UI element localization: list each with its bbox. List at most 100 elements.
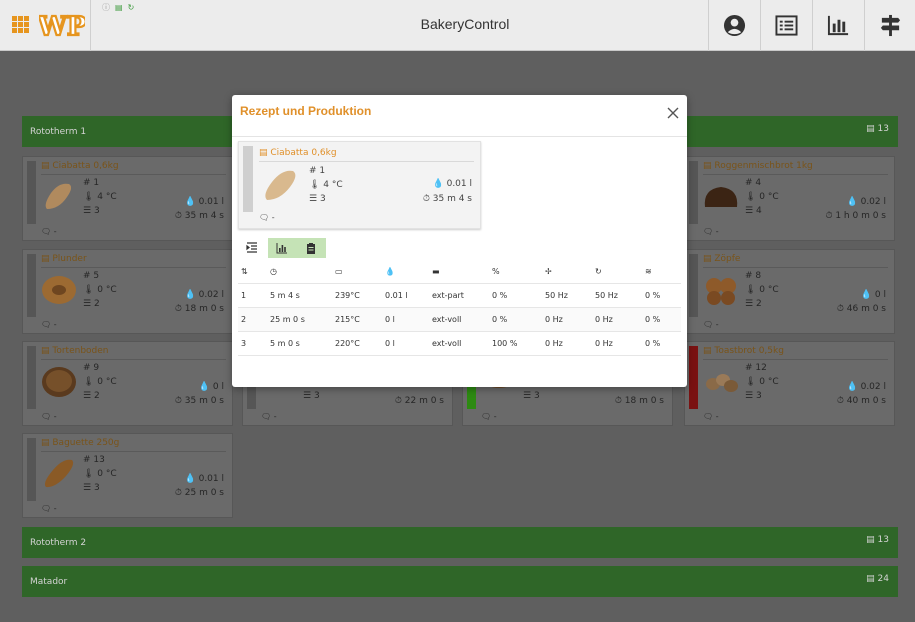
close-icon[interactable] — [665, 105, 681, 121]
recipe-number: # 1 — [309, 166, 326, 176]
status-stripe — [689, 346, 698, 409]
recipe-card[interactable]: ▤ Ciabatta 0,6kg # 1 🌡 4 °C ☰ 3 💧 0.01 l… — [22, 156, 233, 241]
recipe-comment: 🗨 - — [259, 213, 275, 222]
recipe-name: ▤ Baguette 250g — [41, 438, 120, 448]
recipe-duration: ⏱ 35 m 0 s — [174, 396, 224, 406]
status-stripe — [27, 438, 36, 501]
recipe-water: 💧 0.02 l — [184, 290, 224, 300]
recipe-duration: ⏱ 35 m 4 s — [422, 194, 472, 204]
recipe-comment: 🗨 - — [41, 504, 57, 513]
recipe-card[interactable]: ▤ Tortenboden # 9 🌡 0 °C ☰ 2 💧 0 l ⏱ 35 … — [22, 341, 233, 426]
recipe-comment: 🗨 - — [703, 412, 719, 421]
recipe-name: ▤ Zöpfe — [703, 254, 741, 264]
tab-steps[interactable] — [238, 238, 267, 258]
selected-recipe-card: ▤ Ciabatta 0,6kg # 1 🌡 4 °C ☰ 3 💧 0.01 l… — [238, 141, 481, 229]
tab-clipboard[interactable] — [297, 238, 326, 258]
recipe-list-button[interactable] — [760, 0, 811, 51]
recipe-comment: 🗨 - — [703, 227, 719, 236]
recipe-number: # 5 — [83, 271, 100, 281]
recipe-steps: ☰ 2 — [745, 299, 762, 309]
sort-icon[interactable]: ⇅ — [238, 261, 267, 284]
recipe-name: ▤ Toastbrot 0,5kg — [703, 346, 784, 356]
statistics-button[interactable] — [812, 0, 863, 51]
recipe-number: # 1 — [83, 178, 100, 188]
recipe-duration: ⏱ 25 m 0 s — [174, 488, 224, 498]
recipe-water: 💧 0.02 l — [846, 382, 886, 392]
recipe-temperature: 🌡 0 °C — [83, 285, 117, 295]
baguette-image — [44, 459, 74, 488]
status-mini-icons: ⓘ ▤ ↻ — [102, 2, 139, 12]
recipe-comment: 🗨 - — [41, 227, 57, 236]
recipe-number: # 8 — [745, 271, 762, 281]
recipe-temperature: 🌡 4 °C — [83, 192, 117, 202]
recipe-number: # 9 — [83, 363, 100, 373]
oven-group-bar[interactable]: Matador ▤ 24 — [22, 566, 898, 597]
signpost-icon — [880, 14, 901, 37]
clipboard-icon — [307, 243, 315, 254]
duration-col-icon: ◷ — [267, 261, 332, 284]
production-steps-table: ⇅ ◷ ▭ 💧 ▬ % ✢ ↻ ≋ 15 m 4 s 239°C 0.01 l ext… — [238, 261, 681, 356]
recipe-name: ▤ Tortenboden — [41, 346, 109, 356]
recipe-comment: 🗨 - — [41, 412, 57, 421]
recipe-temperature: 🌡 0 °C — [745, 192, 779, 202]
recipe-name: ▤ Roggenmischbrot 1kg — [703, 161, 813, 171]
app-title: BakeryControl — [420, 16, 510, 32]
settings-button[interactable] — [864, 0, 915, 51]
user-icon — [723, 14, 746, 37]
recipe-temperature: 🌡 0 °C — [83, 377, 117, 387]
bar-chart-icon — [827, 15, 849, 36]
recipe-water: 💧 0 l — [860, 290, 886, 300]
recipe-steps: ☰ 3 — [83, 206, 100, 216]
table-row[interactable]: 35 m 0 s 220°C 0 l ext-voll 100 % 0 Hz 0 Hz 0 % — [238, 331, 681, 356]
oven-group-bar[interactable]: Rototherm 2 ▤ 13 — [22, 527, 898, 558]
table-header: ⇅ ◷ ▭ 💧 ▬ % ✢ ↻ ≋ — [238, 261, 681, 284]
recipe-water: 💧 0.01 l — [432, 179, 472, 189]
recipe-name: ▤ Plunder — [41, 254, 87, 264]
status-stripe — [27, 346, 36, 409]
fan-col-icon: ✢ — [542, 261, 592, 284]
recipe-card[interactable]: ▤ Zöpfe # 8 🌡 0 °C ☰ 2 💧 0 l ⏱ 46 m 0 s … — [684, 249, 895, 334]
info-icon: ⓘ — [102, 3, 110, 12]
recipe-comment: 🗨 - — [703, 320, 719, 329]
logo-text: WP — [39, 12, 85, 41]
recipe-comment: 🗨 - — [261, 412, 277, 421]
recipe-number: # 12 — [745, 363, 767, 373]
recipe-steps: ☰ 2 — [83, 299, 100, 309]
tab-statistics[interactable] — [268, 238, 297, 258]
recipe-duration: ⏱ 40 m 0 s — [836, 396, 886, 406]
oven-group-count: ▤ 24 — [866, 574, 889, 584]
table-row[interactable]: 2 25 m 0 s 215°C 0 l ext-voll 0 % 0 Hz 0 Hz 0 % — [238, 307, 681, 332]
recipe-water: 💧 0.01 l — [184, 474, 224, 484]
recipe-comment: 🗨 - — [41, 320, 57, 329]
recipe-water: 💧 0.01 l — [184, 197, 224, 207]
oven-group-name: Rototherm 2 — [30, 538, 87, 548]
ciabatta-image — [265, 170, 296, 200]
recipe-card[interactable]: ▤ Roggenmischbrot 1kg # 4 🌡 0 °C ☰ 4 💧 0… — [684, 156, 895, 241]
pastry-image — [42, 276, 76, 304]
apps-grid-icon[interactable] — [12, 16, 29, 33]
recipe-water: 💧 0.02 l — [846, 197, 886, 207]
sync-icon: ↻ — [127, 3, 135, 12]
recipe-steps: ☰ 3 — [523, 391, 540, 401]
recipe-card[interactable]: ▤ Toastbrot 0,5kg # 12 🌡 0 °C ☰ 3 💧 0.02… — [684, 341, 895, 426]
brand-area: WP — [0, 0, 91, 51]
ciabatta-image — [45, 183, 72, 209]
recipe-duration: ⏱ 18 m 0 s — [174, 304, 224, 314]
layers-col-icon: ≋ — [642, 261, 681, 284]
status-stripe — [27, 254, 36, 317]
recipe-temperature: 🌡 0 °C — [83, 469, 117, 479]
table-row[interactable]: 15 m 4 s 239°C 0.01 l ext-part 0 % 50 Hz 50 Hz… — [238, 283, 681, 308]
cake-base-image — [42, 367, 76, 397]
user-button[interactable] — [708, 0, 759, 51]
recipe-card[interactable]: ▤ Plunder # 5 🌡 0 °C ☰ 2 💧 0.02 l ⏱ 18 m… — [22, 249, 233, 334]
oven-group-count: ▤ 13 — [866, 124, 889, 134]
oven-group-count: ▤ 13 — [866, 535, 889, 545]
water-col-icon: 💧 — [382, 261, 429, 284]
list-mini-icon: ▤ — [115, 3, 123, 12]
rotation-col-icon: ↻ — [592, 261, 642, 284]
recipe-card[interactable]: ▤ Baguette 250g # 13 🌡 0 °C ☰ 3 💧 0.01 l… — [22, 433, 233, 518]
recipe-duration: ⏱ 22 m 0 s — [394, 396, 444, 406]
recipe-production-dialog: Rezept und Produktion ▤ Ciabatta 0,6kg #… — [232, 95, 687, 387]
status-stripe — [689, 161, 698, 224]
dialog-title: Rezept und Produktion — [240, 104, 372, 118]
